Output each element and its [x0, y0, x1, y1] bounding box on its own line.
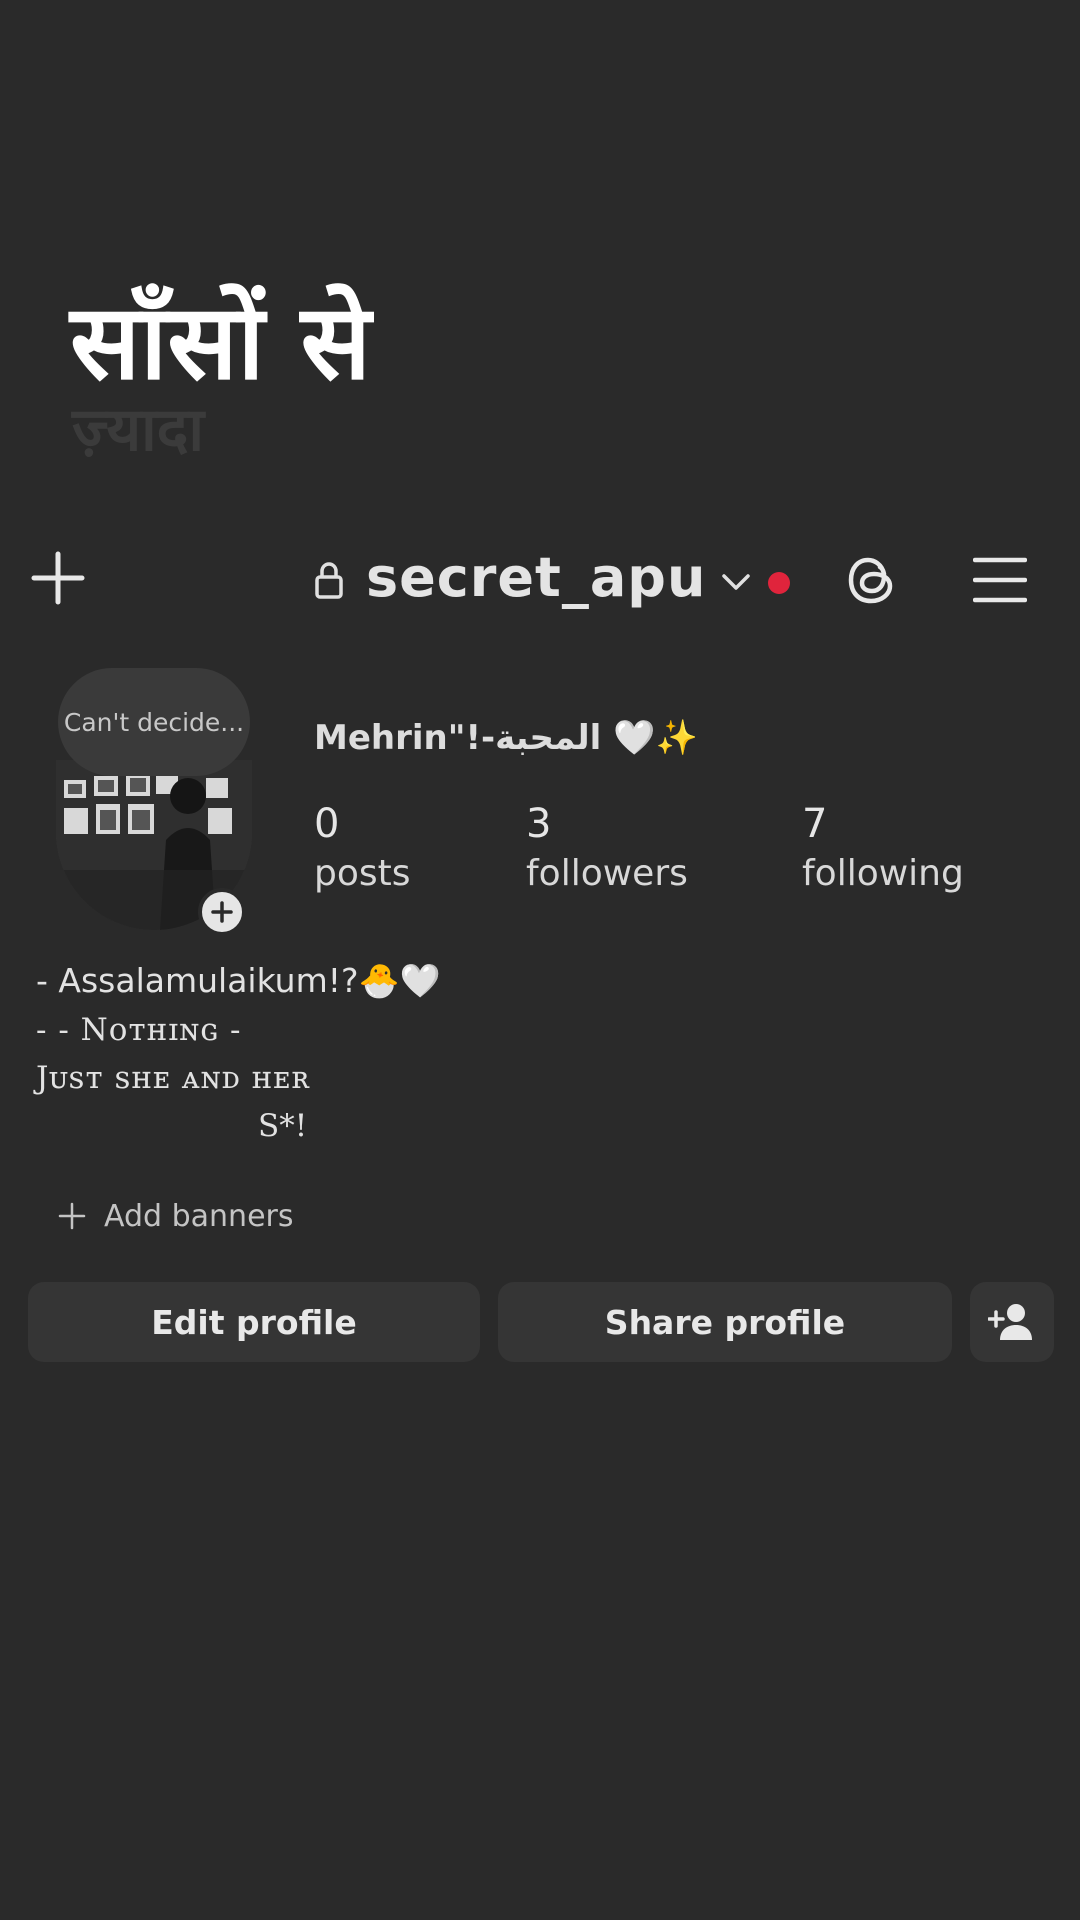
bio-line-3: Jᴜsᴛ sʜᴇ ᴀɴᴅ ʜᴇʀ: [36, 1060, 311, 1096]
following-stat[interactable]: 7 following: [802, 800, 964, 900]
following-count: 7: [802, 801, 828, 847]
following-label: following: [802, 853, 964, 894]
posts-label: posts: [314, 853, 411, 894]
bio-line-4: S*!: [258, 1108, 308, 1144]
display-name: Mehrin"!-المحبة 🤍✨: [314, 718, 698, 758]
add-story-icon[interactable]: [198, 888, 246, 936]
add-banners-label: Add banners: [104, 1198, 294, 1234]
bio-line-2: - - Nᴏᴛʜɪɴɢ -: [36, 1012, 242, 1048]
plus-icon: [58, 1202, 86, 1230]
bio-line-1: - Assalamulaikum!?🐣🤍: [36, 961, 441, 1000]
faded-overlay-text: ज़्यादा: [72, 395, 205, 465]
posts-stat[interactable]: 0 posts: [314, 800, 411, 900]
lock-icon: [312, 558, 346, 602]
add-person-icon: [988, 1304, 1032, 1340]
notification-dot: [768, 572, 790, 594]
share-profile-button[interactable]: Share profile: [498, 1282, 952, 1362]
posts-count: 0: [314, 801, 340, 847]
threads-icon[interactable]: [842, 548, 902, 612]
followers-count: 3: [526, 801, 552, 847]
hindi-overlay-text: साँसों से: [70, 281, 371, 403]
add-user-button[interactable]: [970, 1282, 1054, 1362]
add-banners-button[interactable]: Add banners: [58, 1196, 294, 1236]
followers-label: followers: [526, 853, 688, 894]
menu-icon[interactable]: [972, 552, 1028, 608]
edit-profile-button[interactable]: Edit profile: [28, 1282, 480, 1362]
chevron-down-icon[interactable]: [716, 562, 756, 602]
profile-header: secret_apu: [0, 540, 1080, 620]
account-username[interactable]: secret_apu: [366, 546, 706, 609]
note-bubble[interactable]: Can't decide...: [58, 668, 250, 776]
plus-icon[interactable]: [28, 548, 88, 608]
bio: - Assalamulaikum!?🐣🤍 - - Nᴏᴛʜɪɴɢ - Jᴜsᴛ …: [36, 956, 441, 1150]
followers-stat[interactable]: 3 followers: [526, 800, 688, 900]
